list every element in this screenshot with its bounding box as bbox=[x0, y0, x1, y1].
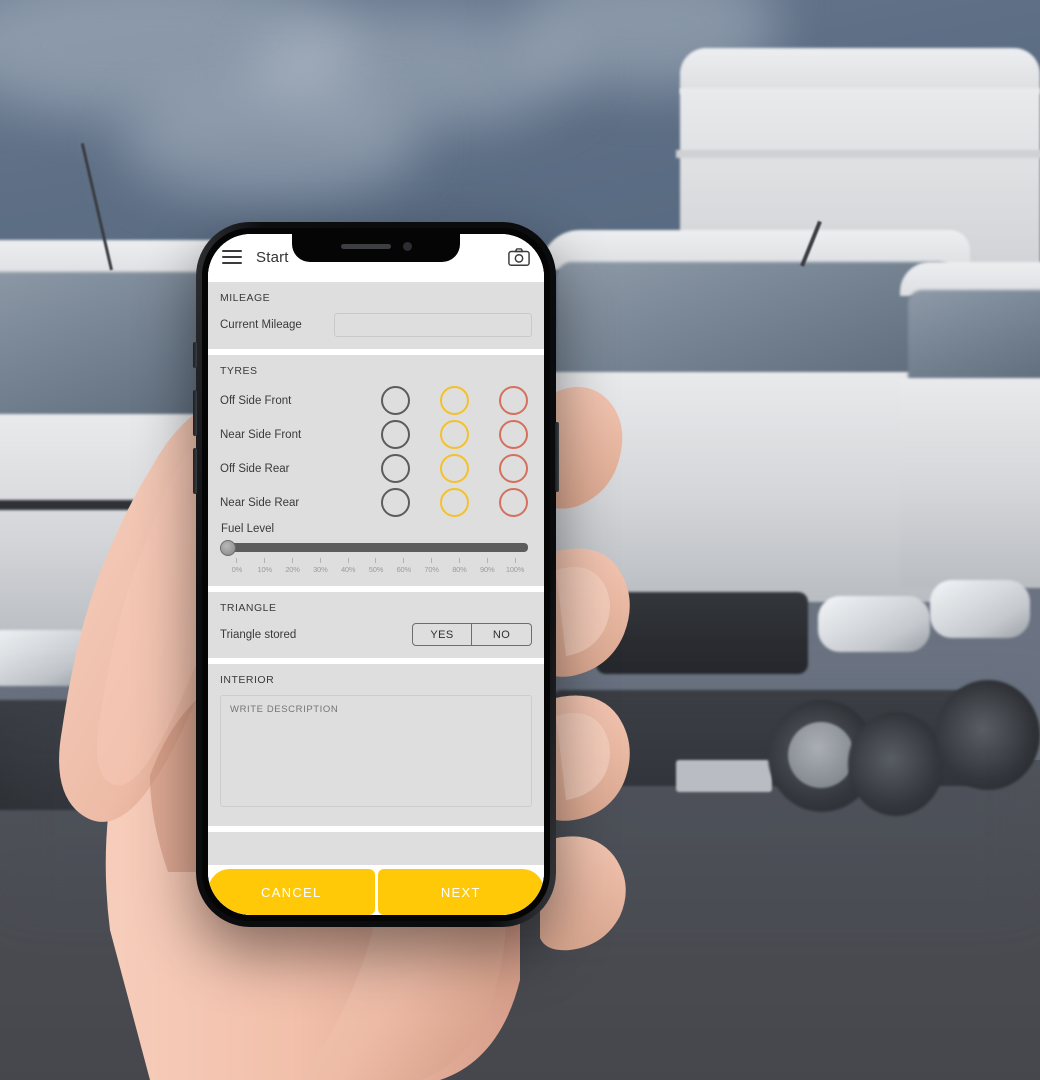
triangle-card: TRIANGLE Triangle stored YES NO bbox=[208, 592, 544, 658]
tyre-option-group bbox=[381, 386, 528, 415]
fuel-tick: 80% bbox=[446, 558, 474, 574]
tyre-label: Off Side Front bbox=[220, 394, 292, 407]
hamburger-menu-icon[interactable] bbox=[222, 250, 242, 264]
tyre-option-warn[interactable] bbox=[440, 420, 469, 449]
volume-up-button[interactable] bbox=[193, 390, 197, 436]
fuel-tick-label: 20% bbox=[285, 565, 300, 574]
power-button[interactable] bbox=[555, 422, 559, 492]
tyre-option-bad[interactable] bbox=[499, 488, 528, 517]
interior-section-title: INTERIOR bbox=[220, 674, 275, 686]
tyre-label: Off Side Rear bbox=[220, 462, 290, 475]
tyre-option-group bbox=[381, 420, 528, 449]
fuel-tick: 0% bbox=[223, 558, 251, 574]
mute-switch[interactable] bbox=[193, 342, 197, 368]
form-footer: CANCEL NEXT bbox=[208, 865, 544, 915]
tyre-row: Near Side Rear bbox=[220, 488, 532, 517]
fuel-tick-label: 80% bbox=[452, 565, 467, 574]
current-mileage-label: Current Mileage bbox=[220, 319, 302, 331]
fuel-tick: 30% bbox=[306, 558, 334, 574]
fuel-slider-thumb[interactable] bbox=[220, 539, 236, 556]
fuel-tick-label: 100% bbox=[505, 565, 525, 574]
fuel-tick-label: 60% bbox=[396, 565, 412, 574]
tyre-option-warn[interactable] bbox=[440, 386, 469, 415]
tyre-row: Near Side Front bbox=[220, 420, 532, 449]
fuel-tick: 50% bbox=[362, 558, 390, 574]
tyre-option-bad[interactable] bbox=[499, 420, 528, 449]
cancel-button[interactable]: CANCEL bbox=[208, 869, 375, 915]
fuel-slider-track[interactable] bbox=[220, 539, 528, 556]
tyres-card: TYRES Off Side Front Near Side Front Off… bbox=[208, 355, 544, 586]
next-button[interactable]: NEXT bbox=[377, 869, 544, 915]
front-camera-icon bbox=[402, 241, 412, 251]
tyre-option-warn[interactable] bbox=[440, 488, 469, 517]
earpiece-speaker-icon bbox=[340, 243, 391, 249]
fuel-tick-mark bbox=[347, 558, 349, 563]
page-title: Start bbox=[256, 248, 289, 266]
fuel-level-slider[interactable]: 0% 10% 20% 30% 40% 50% 60% 70% 80% 90% 100% bbox=[220, 539, 532, 574]
current-mileage-row: Current Mileage bbox=[220, 313, 532, 337]
tyre-option-bad[interactable] bbox=[499, 454, 528, 483]
content-filler bbox=[208, 832, 544, 865]
phone-notch bbox=[292, 234, 460, 262]
tyre-option-group bbox=[381, 454, 528, 483]
fuel-tick: 70% bbox=[418, 558, 446, 574]
fuel-tick: 40% bbox=[334, 558, 362, 574]
fuel-tick-mark bbox=[486, 558, 488, 563]
fuel-tick-label: 30% bbox=[313, 565, 328, 574]
interior-description-textarea[interactable] bbox=[220, 695, 532, 807]
tyres-section-title: TYRES bbox=[220, 365, 258, 377]
tyre-row: Off Side Front bbox=[220, 386, 532, 415]
fuel-tick-mark bbox=[403, 558, 405, 563]
fuel-tick-label: 40% bbox=[340, 565, 356, 574]
fuel-tick-mark bbox=[514, 558, 516, 563]
fuel-tick: 90% bbox=[473, 558, 501, 574]
mileage-card: MILEAGE Current Mileage bbox=[208, 282, 544, 349]
tyre-option-warn[interactable] bbox=[440, 454, 469, 483]
triangle-no-button[interactable]: NO bbox=[472, 623, 532, 646]
fuel-tick-scale: 0% 10% 20% 30% 40% 50% 60% 70% 80% 90% 100% bbox=[222, 558, 530, 574]
tyre-option-ok[interactable] bbox=[381, 488, 410, 517]
fuel-tick-label: 0% bbox=[231, 565, 243, 574]
fuel-tick-label: 50% bbox=[368, 565, 384, 574]
fuel-tick-label: 70% bbox=[424, 565, 439, 574]
triangle-stored-row: Triangle stored YES NO bbox=[220, 623, 532, 646]
triangle-stored-label: Triangle stored bbox=[220, 628, 297, 641]
tyre-option-bad[interactable] bbox=[499, 386, 528, 415]
fuel-tick-label: 10% bbox=[257, 565, 273, 574]
inspection-app: Start MILEAGE Current Mileage TYRES Off … bbox=[208, 234, 544, 915]
form-content[interactable]: MILEAGE Current Mileage TYRES Off Side F… bbox=[208, 280, 544, 865]
fuel-tick-mark bbox=[292, 558, 294, 563]
fuel-tick-mark bbox=[431, 558, 433, 563]
fuel-tick-mark bbox=[458, 558, 460, 563]
fuel-tick-mark bbox=[375, 558, 377, 563]
fuel-tick: 60% bbox=[390, 558, 418, 574]
camera-glyph bbox=[508, 248, 530, 266]
fuel-level-label: Fuel Level bbox=[221, 523, 275, 535]
camera-icon[interactable] bbox=[508, 248, 530, 267]
tyre-label: Near Side Rear bbox=[220, 496, 300, 509]
mileage-section-title: MILEAGE bbox=[220, 292, 271, 304]
fuel-tick: 20% bbox=[279, 558, 307, 574]
tyre-option-ok[interactable] bbox=[381, 454, 410, 483]
tyre-label: Near Side Front bbox=[220, 428, 302, 441]
tyre-option-ok[interactable] bbox=[381, 420, 410, 449]
triangle-yesno-group: YES NO bbox=[412, 623, 532, 646]
triangle-section-title: TRIANGLE bbox=[220, 602, 277, 614]
interior-card: INTERIOR bbox=[208, 664, 544, 826]
fuel-tick-label: 90% bbox=[480, 565, 495, 574]
volume-down-button[interactable] bbox=[193, 448, 197, 494]
fuel-tick-mark bbox=[319, 558, 321, 563]
phone-device: Start MILEAGE Current Mileage TYRES Off … bbox=[193, 222, 559, 927]
phone-screen: Start MILEAGE Current Mileage TYRES Off … bbox=[208, 234, 544, 915]
tyre-row: Off Side Rear bbox=[220, 454, 532, 483]
current-mileage-input[interactable] bbox=[334, 313, 532, 337]
fuel-tick: 100% bbox=[501, 558, 529, 574]
fuel-tick-mark bbox=[264, 558, 266, 563]
tyre-option-group bbox=[381, 488, 528, 517]
triangle-yes-button[interactable]: YES bbox=[412, 623, 472, 646]
fuel-tick-mark bbox=[236, 558, 238, 563]
tyre-option-ok[interactable] bbox=[381, 386, 410, 415]
fuel-tick: 10% bbox=[251, 558, 279, 574]
